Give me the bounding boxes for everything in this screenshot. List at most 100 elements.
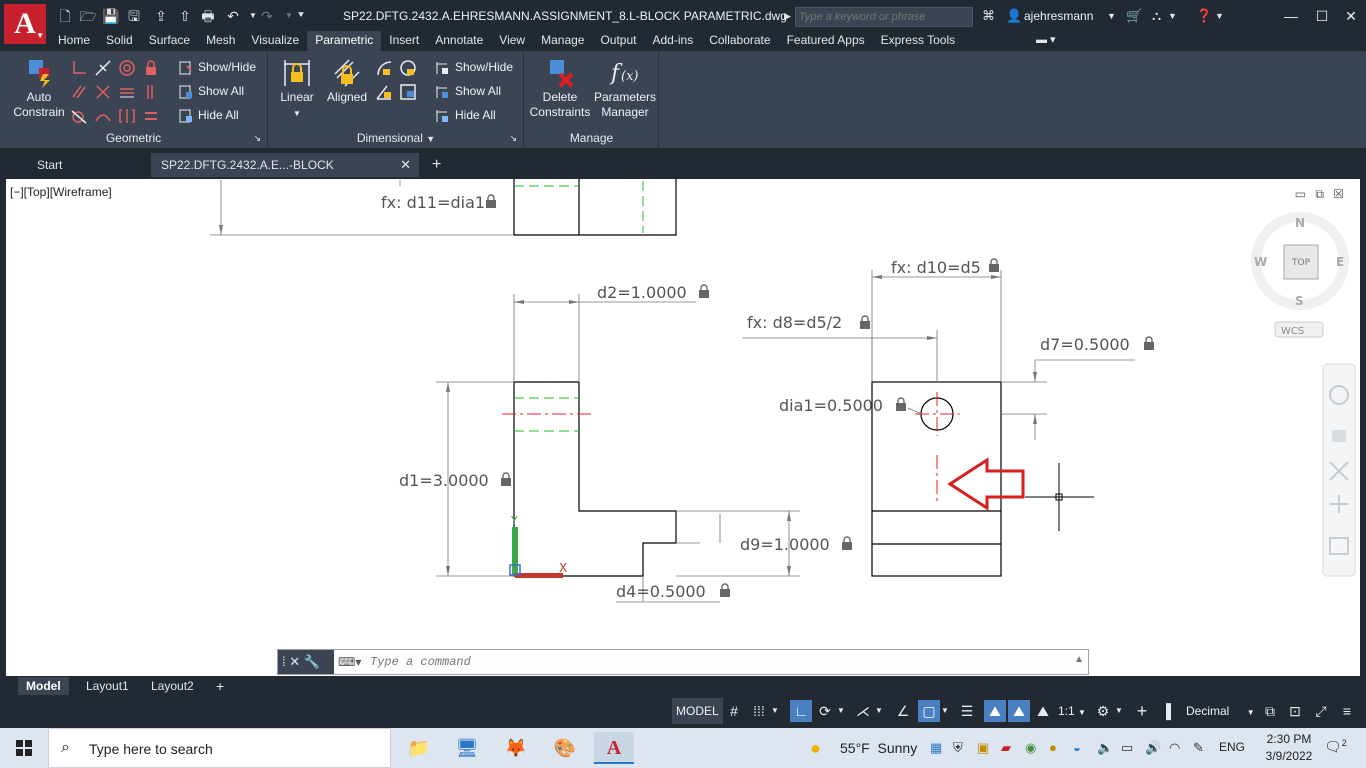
- tab-featured-apps[interactable]: Featured Apps: [779, 31, 873, 51]
- language-indicator[interactable]: ENG: [1219, 740, 1245, 754]
- user-name[interactable]: ajehresmann: [1024, 9, 1093, 23]
- units-value[interactable]: Decimal ▼: [1186, 704, 1255, 718]
- constraint-d8[interactable]: fx: d8=d5/2: [747, 313, 842, 332]
- tab-manage[interactable]: Manage: [533, 31, 592, 51]
- tangent-icon[interactable]: [70, 107, 88, 125]
- tab-annotate[interactable]: Annotate: [427, 31, 491, 51]
- constraint-d1[interactable]: d1=3.0000: [399, 471, 489, 490]
- tab-solid[interactable]: Solid: [98, 31, 141, 51]
- equal-icon[interactable]: [142, 107, 160, 125]
- collinear-icon[interactable]: [94, 59, 112, 77]
- open-folder-icon[interactable]: 🗁: [79, 6, 97, 26]
- paint-icon[interactable]: 🎨: [545, 732, 585, 764]
- taskbar-search-box[interactable]: ⌕ Type here to search: [48, 728, 391, 768]
- close-command-line-icon[interactable]: ✕: [289, 654, 300, 669]
- acrobat-tray-icon[interactable]: ▰: [1001, 740, 1011, 756]
- start-button[interactable]: [0, 728, 48, 768]
- control-panel-icon[interactable]: 🖥: [447, 732, 487, 764]
- tab-output[interactable]: Output: [592, 31, 644, 51]
- viewcube-top-face[interactable]: TOP: [1291, 258, 1311, 268]
- geometric-show-all-button[interactable]: Show All: [178, 81, 244, 101]
- help-search-input[interactable]: [795, 7, 973, 27]
- workspace-gear-icon[interactable]: ⚙: [1092, 700, 1114, 722]
- dimensional-show-hide-button[interactable]: Show/Hide: [435, 57, 513, 77]
- grid-icon[interactable]: #: [723, 700, 745, 722]
- tab-home[interactable]: Home: [50, 31, 98, 51]
- tab-visualize[interactable]: Visualize: [243, 31, 307, 51]
- annotation-monitor-plus-icon[interactable]: +: [1131, 700, 1153, 722]
- notifications-button[interactable]: 🗨2: [1324, 738, 1347, 756]
- auto-scale-icon[interactable]: ⛰: [1008, 700, 1030, 722]
- geometric-show-hide-button[interactable]: Show/Hide: [178, 57, 256, 77]
- viewcube-west[interactable]: W: [1254, 255, 1267, 269]
- customize-qat-icon[interactable]: ⯆: [292, 6, 310, 26]
- tab-express-tools[interactable]: Express Tools: [873, 31, 963, 51]
- command-history-icon[interactable]: ▲: [1074, 654, 1084, 665]
- battery-icon[interactable]: ▭: [1121, 740, 1133, 756]
- workspace-dropdown-icon[interactable]: ▼: [1114, 700, 1124, 722]
- lineweight-icon[interactable]: ☰: [956, 700, 978, 722]
- polar-tracking-icon[interactable]: ⟳: [814, 700, 836, 722]
- command-prompt-icon[interactable]: ⌨▾: [338, 655, 361, 669]
- tab-parametric[interactable]: Parametric: [307, 31, 382, 51]
- constraint-d2[interactable]: d2=1.0000: [597, 283, 687, 302]
- annotation-scale-icon[interactable]: ⛰: [1032, 700, 1054, 722]
- polar-dropdown-icon[interactable]: ▼: [836, 700, 846, 722]
- parameters-manager-button[interactable]: f (x) Parameters Manager: [593, 56, 657, 120]
- binoculars-icon[interactable]: ⌘: [982, 7, 995, 25]
- constraint-d9[interactable]: d9=1.0000: [740, 535, 830, 554]
- vertical-icon[interactable]: [142, 83, 160, 101]
- osnap-tracking-dropdown-icon[interactable]: ▼: [874, 700, 884, 722]
- graphics-performance-icon[interactable]: ⊡: [1284, 700, 1306, 722]
- maximize-button[interactable]: ☐: [1307, 4, 1337, 28]
- snap-dropdown-icon[interactable]: ▼: [770, 700, 780, 722]
- annotation-visibility-icon[interactable]: ⛰: [984, 700, 1006, 722]
- constraint-d10[interactable]: fx: d10=d5: [891, 258, 981, 277]
- weather-widget[interactable]: 55°F Sunny: [840, 740, 917, 756]
- tray-app-icon[interactable]: ▦: [930, 740, 942, 756]
- application-menu-button[interactable]: A ▼: [4, 4, 46, 44]
- auto-constrain-button[interactable]: Auto Constrain: [10, 56, 68, 120]
- speaker-icon[interactable]: 🔊: [1145, 740, 1161, 756]
- geometric-hide-all-button[interactable]: Hide All: [178, 105, 239, 125]
- system-clock[interactable]: 2:30 PM 3/9/2022: [1259, 731, 1319, 765]
- osnap-dropdown-icon[interactable]: ▼: [940, 700, 950, 722]
- geometric-panel-title[interactable]: Geometric ↘: [0, 130, 267, 146]
- constraint-d4[interactable]: d4=0.5000: [616, 582, 706, 601]
- viewcube[interactable]: TOP N S E W WCS: [1251, 212, 1349, 338]
- tab-mesh[interactable]: Mesh: [198, 31, 243, 51]
- tray-package-icon[interactable]: ▣: [977, 740, 989, 756]
- constraint-d11[interactable]: fx: d11=dia1: [381, 193, 485, 212]
- symmetric-icon[interactable]: [118, 107, 136, 125]
- viewcube-east[interactable]: E: [1336, 255, 1344, 269]
- dimensional-hide-all-button[interactable]: Hide All: [435, 105, 496, 125]
- coincident-icon[interactable]: [70, 59, 88, 77]
- new-tab-plus-icon[interactable]: +: [426, 153, 452, 177]
- autocad-taskbar-icon[interactable]: A: [594, 732, 634, 764]
- minimize-button[interactable]: —: [1276, 4, 1306, 28]
- search-expand-icon[interactable]: ▶: [784, 7, 791, 25]
- viewcube-south[interactable]: S: [1295, 294, 1304, 308]
- tab-layout1[interactable]: Layout1: [78, 677, 137, 695]
- fullscreen-icon[interactable]: ⤢: [1310, 700, 1332, 722]
- smooth-icon[interactable]: [94, 107, 112, 125]
- wcs-menu[interactable]: WCS: [1281, 326, 1304, 337]
- close-tab-icon[interactable]: ✕: [400, 153, 411, 177]
- wifi-icon[interactable]: ◠: [1169, 740, 1180, 756]
- volume-icon[interactable]: 🔈: [1097, 740, 1113, 756]
- dimensional-show-all-button[interactable]: Show All: [435, 81, 501, 101]
- diameter-constraint-icon[interactable]: [399, 59, 417, 77]
- annotation-scale-value[interactable]: 1:1 ▼: [1058, 704, 1086, 718]
- file-explorer-icon[interactable]: 📁: [399, 732, 439, 764]
- tab-collaborate[interactable]: Collaborate: [701, 31, 778, 51]
- tab-layout2[interactable]: Layout2: [143, 677, 202, 695]
- user-dropdown-icon[interactable]: ▼: [1107, 7, 1116, 25]
- security-shield-icon[interactable]: ⛨: [953, 740, 963, 756]
- share-icon[interactable]: ⇪: [152, 6, 170, 26]
- customization-menu-icon[interactable]: ≡: [1336, 700, 1358, 722]
- drawing-canvas[interactable]: [−][Top][Wireframe] ▭ ⧉ ☒ fx: d11=dia1 d…: [6, 179, 1360, 676]
- plot-icon[interactable]: 🖶: [199, 6, 217, 26]
- tab-add-ins[interactable]: Add-ins: [645, 31, 702, 51]
- add-layout-plus-icon[interactable]: +: [208, 677, 232, 695]
- autodesk-app-icon[interactable]: ⛬: [1152, 7, 1161, 25]
